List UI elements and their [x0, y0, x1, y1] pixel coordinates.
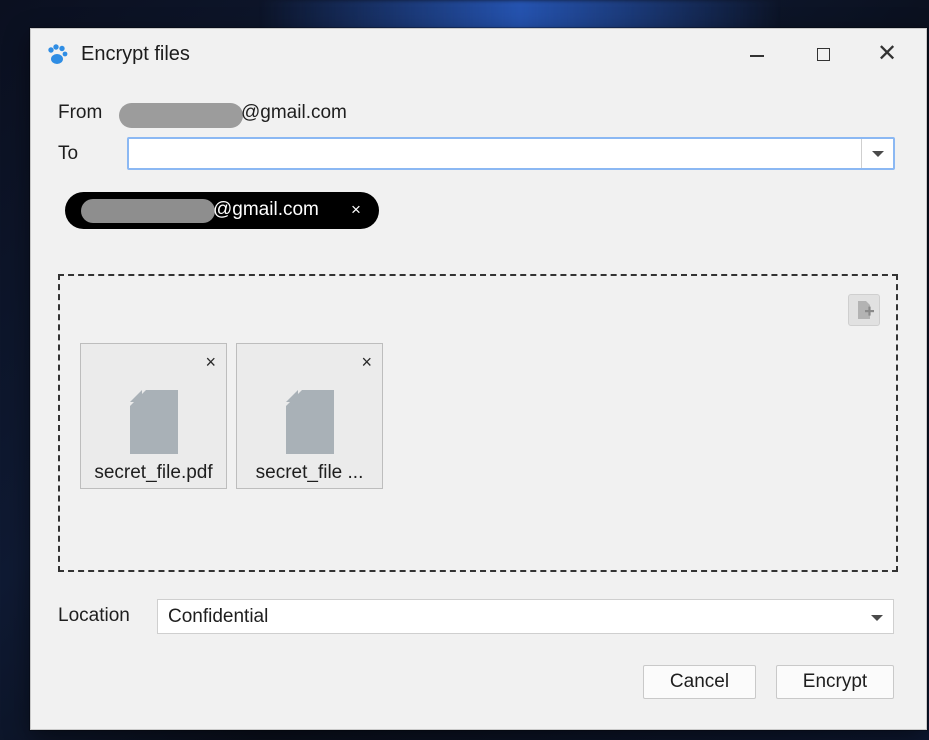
location-label: Location	[58, 605, 130, 626]
file-card[interactable]: × secret_file.pdf	[80, 343, 227, 489]
from-email-domain: @gmail.com	[241, 102, 347, 123]
close-icon[interactable]: ✕	[867, 37, 907, 71]
recipient-chip-domain: @gmail.com	[213, 199, 319, 220]
from-label: From	[58, 102, 103, 123]
location-select[interactable]: Confidential	[157, 599, 894, 634]
file-icon	[130, 390, 178, 454]
redacted-sender	[119, 103, 243, 128]
redacted-recipient	[81, 199, 215, 223]
cancel-button[interactable]: Cancel	[643, 665, 756, 699]
to-recipient-input[interactable]	[127, 137, 895, 170]
maximize-icon[interactable]	[803, 37, 843, 71]
chevron-down-icon	[871, 615, 883, 621]
file-name: secret_file ...	[255, 462, 364, 483]
desktop-background	[260, 0, 780, 30]
file-icon	[286, 390, 334, 454]
add-file-icon	[858, 301, 874, 319]
paw-icon	[48, 44, 68, 64]
recipient-chip: @gmail.com ×	[65, 192, 379, 229]
minimize-icon[interactable]	[736, 37, 776, 71]
encrypt-button[interactable]: Encrypt	[776, 665, 894, 699]
to-label: To	[58, 143, 79, 164]
file-name: secret_file.pdf	[94, 462, 213, 483]
remove-recipient-icon[interactable]: ×	[351, 199, 361, 221]
file-card[interactable]: × secret_file ...	[236, 343, 383, 489]
file-drop-zone[interactable]: × secret_file.pdf × secret_file ...	[58, 274, 898, 572]
encrypt-files-dialog: Encrypt files ✕ From @gmail.com To @gmai…	[30, 28, 927, 730]
remove-file-icon[interactable]: ×	[205, 352, 216, 372]
add-file-button[interactable]	[848, 294, 880, 326]
title-bar: Encrypt files ✕	[31, 29, 926, 79]
window-title: Encrypt files	[81, 43, 190, 65]
location-value: Confidential	[168, 606, 269, 627]
remove-file-icon[interactable]: ×	[361, 352, 372, 372]
chevron-down-icon[interactable]	[861, 139, 893, 168]
